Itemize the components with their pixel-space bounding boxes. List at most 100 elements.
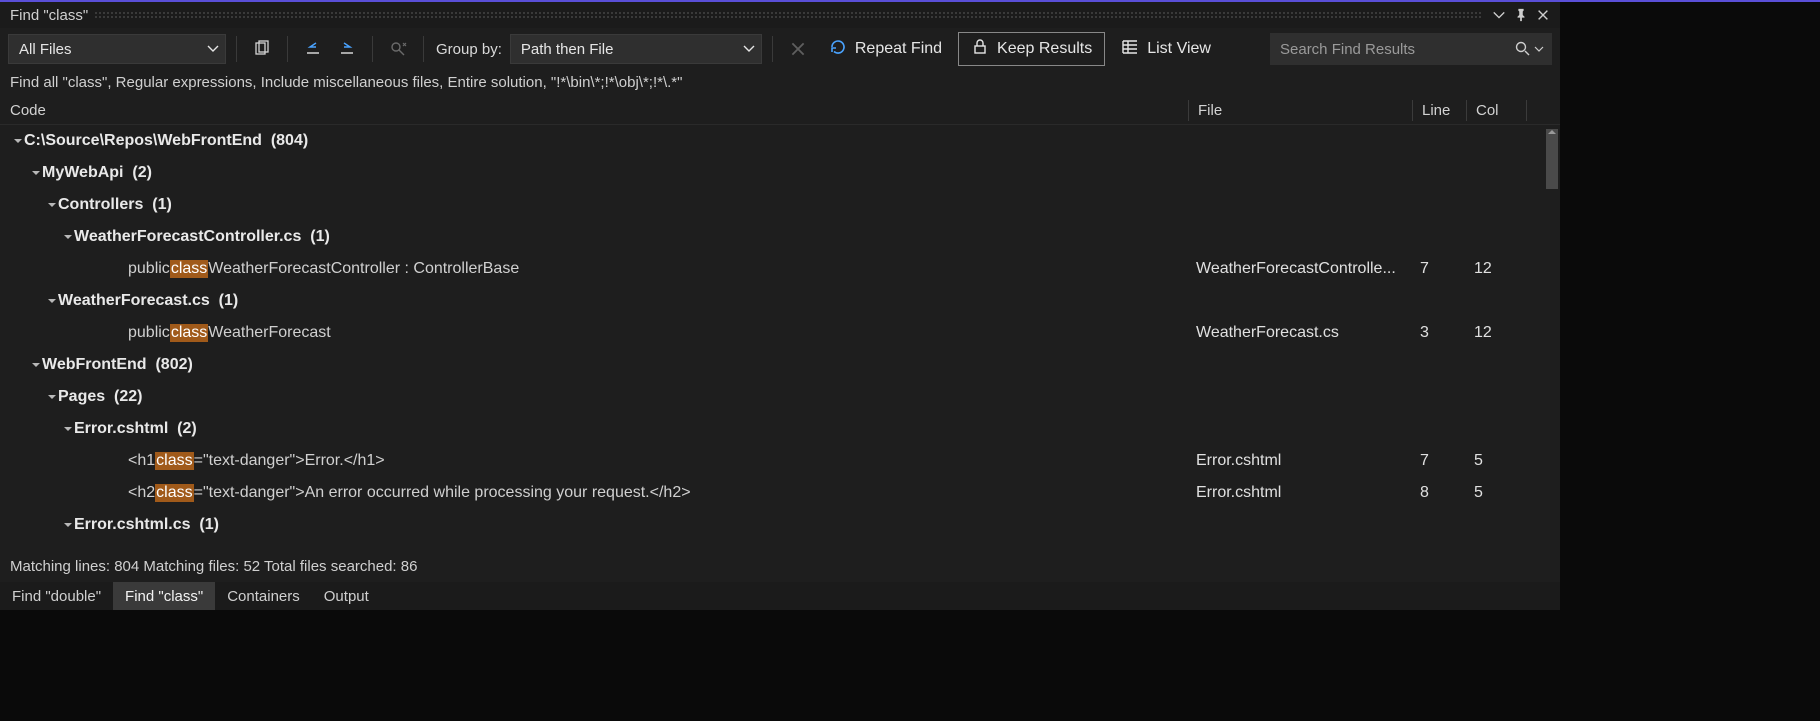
column-line[interactable]: Line — [1412, 97, 1466, 124]
result-line: 8 — [1412, 484, 1466, 502]
result-row[interactable]: <h2 class="text-danger">An error occurre… — [0, 477, 1544, 509]
group-label: Error.cshtml.cs — [74, 516, 191, 534]
group-count: (802) — [147, 356, 193, 374]
tree-group[interactable]: WeatherForecastController.cs (1) — [0, 221, 1544, 253]
result-line: 7 — [1412, 260, 1466, 278]
separator — [772, 36, 773, 62]
tab-output[interactable]: Output — [312, 582, 381, 610]
group-by-value: Path then File — [521, 41, 737, 58]
group-label: WeatherForecastController.cs — [74, 228, 301, 246]
match-highlight: class — [170, 260, 208, 278]
cancel-search-icon[interactable] — [783, 34, 813, 64]
copy-icon[interactable] — [247, 34, 277, 64]
search-icon[interactable] — [1514, 40, 1530, 59]
tree-group[interactable]: Pages (22) — [0, 381, 1544, 413]
list-view-label: List View — [1147, 40, 1211, 58]
tree-group[interactable]: Error.cshtml.cs (1) — [0, 509, 1544, 541]
result-row[interactable]: public class WeatherForecast WeatherFore… — [0, 317, 1544, 349]
list-icon — [1121, 38, 1139, 61]
tree-group[interactable]: MyWebApi (2) — [0, 157, 1544, 189]
result-col: 5 — [1466, 452, 1526, 470]
group-label: C:\Source\Repos\WebFrontEnd — [24, 132, 262, 150]
group-count: (1) — [143, 196, 171, 214]
expand-icon[interactable] — [28, 166, 42, 180]
match-highlight: class — [155, 452, 193, 470]
results-tree[interactable]: C:\Source\Repos\WebFrontEnd (804) MyWebA… — [0, 125, 1544, 556]
titlebar-drag-region[interactable] — [94, 10, 1482, 20]
group-label: Controllers — [58, 196, 143, 214]
tree-group[interactable]: C:\Source\Repos\WebFrontEnd (804) — [0, 125, 1544, 157]
chevron-down-icon — [743, 43, 755, 55]
column-col[interactable]: Col — [1466, 97, 1526, 124]
column-scroll-gutter — [1526, 97, 1540, 124]
group-label: Error.cshtml — [74, 420, 168, 438]
group-label: MyWebApi — [42, 164, 123, 182]
pin-button[interactable] — [1510, 4, 1532, 26]
toolbar: All Files Group by: Path then File — [0, 28, 1560, 70]
tree-group[interactable]: WebFrontEnd (802) — [0, 349, 1544, 381]
find-results-panel: Find "class" All Files — [0, 2, 1560, 610]
group-by-label: Group by: — [436, 41, 502, 58]
search-results-box[interactable] — [1270, 33, 1552, 65]
tree-group[interactable]: Controllers (1) — [0, 189, 1544, 221]
vertical-scrollbar[interactable] — [1544, 125, 1560, 556]
scroll-up-icon[interactable] — [1544, 125, 1560, 139]
match-highlight: class — [155, 484, 193, 502]
tab-containers[interactable]: Containers — [215, 582, 312, 610]
status-line: Matching lines: 804 Matching files: 52 T… — [0, 556, 1560, 582]
result-file: Error.cshtml — [1188, 484, 1412, 502]
group-count: (1) — [301, 228, 329, 246]
match-highlight: class — [170, 324, 208, 342]
separator — [372, 36, 373, 62]
keep-results-button[interactable]: Keep Results — [958, 32, 1105, 66]
chevron-down-icon[interactable] — [1534, 44, 1546, 54]
clear-filter-icon[interactable] — [383, 34, 413, 64]
tab-find-double[interactable]: Find "double" — [0, 582, 113, 610]
code-post: WeatherForecastController : ControllerBa… — [208, 260, 519, 278]
result-row[interactable]: <h1 class="text-danger">Error.</h1> Erro… — [0, 445, 1544, 477]
previous-result-icon[interactable] — [298, 34, 328, 64]
expand-icon[interactable] — [10, 134, 24, 148]
result-col: 5 — [1466, 484, 1526, 502]
expand-icon[interactable] — [44, 198, 58, 212]
next-result-icon[interactable] — [332, 34, 362, 64]
expand-icon[interactable] — [44, 390, 58, 404]
refresh-icon — [829, 38, 847, 61]
bottom-tabs: Find "double" Find "class" Containers Ou… — [0, 582, 1560, 610]
expand-icon[interactable] — [60, 230, 74, 244]
result-col: 12 — [1466, 260, 1526, 278]
repeat-find-button[interactable]: Repeat Find — [817, 32, 954, 66]
column-code[interactable]: Code — [0, 97, 1188, 124]
lock-icon — [971, 38, 989, 61]
tree-group[interactable]: WeatherForecast.cs (1) — [0, 285, 1544, 317]
column-file[interactable]: File — [1188, 97, 1412, 124]
separator — [287, 36, 288, 62]
expand-icon[interactable] — [60, 518, 74, 532]
titlebar: Find "class" — [0, 2, 1560, 28]
result-file: WeatherForecastControlle... — [1188, 260, 1412, 278]
column-headers: Code File Line Col — [0, 97, 1560, 125]
code-post: ="text-danger">An error occurred while p… — [194, 484, 691, 502]
close-button[interactable] — [1532, 4, 1554, 26]
code-pre: public — [128, 324, 170, 342]
expand-icon[interactable] — [60, 422, 74, 436]
list-view-button[interactable]: List View — [1109, 32, 1223, 66]
search-summary: Find all "class", Regular expressions, I… — [0, 70, 1560, 97]
repeat-find-label: Repeat Find — [855, 40, 942, 58]
group-count: (2) — [168, 420, 196, 438]
code-pre: <h1 — [128, 452, 155, 470]
tab-find-class[interactable]: Find "class" — [113, 582, 215, 610]
result-row[interactable]: public class WeatherForecastController :… — [0, 253, 1544, 285]
expand-icon[interactable] — [28, 358, 42, 372]
scope-combo[interactable]: All Files — [8, 34, 226, 64]
group-by-combo[interactable]: Path then File — [510, 34, 762, 64]
result-line: 3 — [1412, 324, 1466, 342]
window-menu-button[interactable] — [1488, 4, 1510, 26]
expand-icon[interactable] — [44, 294, 58, 308]
panel-title: Find "class" — [10, 7, 88, 24]
result-file: Error.cshtml — [1188, 452, 1412, 470]
tree-group[interactable]: Error.cshtml (2) — [0, 413, 1544, 445]
search-results-input[interactable] — [1280, 41, 1514, 58]
group-count: (1) — [191, 516, 219, 534]
group-count: (1) — [210, 292, 238, 310]
